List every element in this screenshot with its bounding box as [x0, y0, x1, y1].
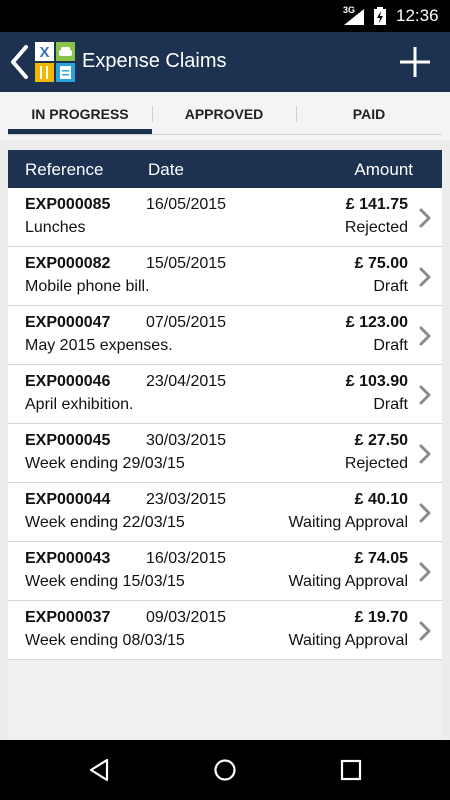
claim-date: 07/05/2015 — [146, 314, 227, 331]
claim-description: May 2015 expenses. — [25, 337, 173, 354]
recents-square-icon[interactable] — [339, 758, 363, 782]
tab-paid[interactable]: PAID — [296, 92, 442, 140]
page-title: Expense Claims — [82, 50, 227, 72]
tab-bar: IN PROGRESS APPROVED PAID — [0, 92, 450, 140]
chevron-right-icon — [419, 503, 431, 523]
claim-reference: EXP000046 — [25, 373, 111, 390]
claim-reference: EXP000085 — [25, 196, 111, 213]
claim-description: Week ending 15/03/15 — [25, 573, 185, 590]
column-reference: Reference — [25, 160, 104, 179]
table-header: Reference Date Amount — [8, 150, 442, 188]
claim-description: Mobile phone bill. — [25, 278, 150, 295]
clock: 12:36 — [396, 6, 439, 25]
svg-text:X: X — [39, 44, 49, 61]
chevron-right-icon — [419, 621, 431, 641]
claim-description: April exhibition. — [25, 396, 134, 413]
table-row[interactable]: EXP000046 23/04/2015 April exhibition. £… — [8, 365, 442, 424]
claim-date: 23/03/2015 — [146, 491, 227, 508]
claim-date: 15/05/2015 — [146, 255, 227, 272]
claim-amount: £ 19.70 — [354, 609, 408, 626]
status-bar: 3G 12:36 — [0, 0, 450, 32]
chevron-right-icon — [419, 562, 431, 582]
claim-description: Week ending 29/03/15 — [25, 455, 185, 472]
app-logo-icon: X — [35, 42, 75, 82]
home-circle-icon[interactable] — [213, 758, 237, 782]
claim-reference: EXP000045 — [25, 432, 111, 449]
tab-label: APPROVED — [184, 106, 264, 122]
claim-date: 16/05/2015 — [146, 196, 227, 213]
claim-amount: £ 40.10 — [354, 491, 408, 508]
signal-icon — [344, 9, 364, 25]
add-icon[interactable] — [398, 45, 432, 79]
claim-date: 30/03/2015 — [146, 432, 227, 449]
claim-status: Draft — [373, 337, 408, 354]
system-nav-bar — [0, 740, 450, 800]
claim-date: 09/03/2015 — [146, 609, 227, 626]
claim-status: Waiting Approval — [288, 632, 408, 649]
table-row[interactable]: EXP000045 30/03/2015 Week ending 29/03/1… — [8, 424, 442, 483]
claim-reference: EXP000043 — [25, 550, 111, 567]
claim-amount: £ 27.50 — [354, 432, 408, 449]
column-date: Date — [148, 160, 184, 179]
column-amount: Amount — [354, 160, 413, 179]
tab-underline — [8, 134, 442, 135]
chevron-right-icon — [419, 385, 431, 405]
table-row[interactable]: EXP000044 23/03/2015 Week ending 22/03/1… — [8, 483, 442, 542]
back-arrow-icon[interactable] — [8, 44, 30, 80]
claim-amount: £ 103.90 — [345, 373, 408, 390]
claim-status: Draft — [373, 278, 408, 295]
table-row[interactable]: EXP000037 09/03/2015 Week ending 08/03/1… — [8, 601, 442, 660]
claim-amount: £ 74.05 — [354, 550, 408, 567]
claim-amount: £ 75.00 — [354, 255, 408, 272]
claim-description: Week ending 08/03/15 — [25, 632, 185, 649]
claim-date: 23/04/2015 — [146, 373, 227, 390]
claim-status: Waiting Approval — [288, 514, 408, 531]
app-bar: X Expense Claims — [0, 32, 450, 92]
claim-reference: EXP000082 — [25, 255, 111, 272]
chevron-right-icon — [419, 326, 431, 346]
table-row[interactable]: EXP000047 07/05/2015 May 2015 expenses. … — [8, 306, 442, 365]
claim-amount: £ 141.75 — [345, 196, 408, 213]
chevron-right-icon — [419, 444, 431, 464]
claim-amount: £ 123.00 — [345, 314, 408, 331]
claim-description: Lunches — [25, 219, 86, 236]
chevron-right-icon — [419, 267, 431, 287]
claim-reference: EXP000047 — [25, 314, 111, 331]
back-triangle-icon[interactable] — [87, 758, 111, 782]
claim-reference: EXP000037 — [25, 609, 111, 626]
tab-label: PAID — [352, 106, 386, 122]
tab-label: IN PROGRESS — [31, 106, 129, 122]
claim-status: Waiting Approval — [288, 573, 408, 590]
claims-list: EXP000085 16/05/2015 Lunches £ 141.75 Re… — [8, 188, 442, 660]
claim-status: Draft — [373, 396, 408, 413]
claim-status: Rejected — [344, 455, 408, 472]
claim-date: 16/03/2015 — [146, 550, 227, 567]
claim-status: Rejected — [344, 219, 408, 236]
table-row[interactable]: EXP000085 16/05/2015 Lunches £ 141.75 Re… — [8, 188, 442, 247]
table-row[interactable]: EXP000043 16/03/2015 Week ending 15/03/1… — [8, 542, 442, 601]
battery-icon — [374, 7, 386, 25]
table-row[interactable]: EXP000082 15/05/2015 Mobile phone bill. … — [8, 247, 442, 306]
claim-reference: EXP000044 — [25, 491, 111, 508]
claims-panel: Reference Date Amount EXP000085 16/05/20… — [8, 150, 442, 740]
tab-in-progress[interactable]: IN PROGRESS — [8, 92, 152, 140]
claim-description: Week ending 22/03/15 — [25, 514, 185, 531]
tab-approved[interactable]: APPROVED — [152, 92, 296, 140]
chevron-right-icon — [419, 208, 431, 228]
